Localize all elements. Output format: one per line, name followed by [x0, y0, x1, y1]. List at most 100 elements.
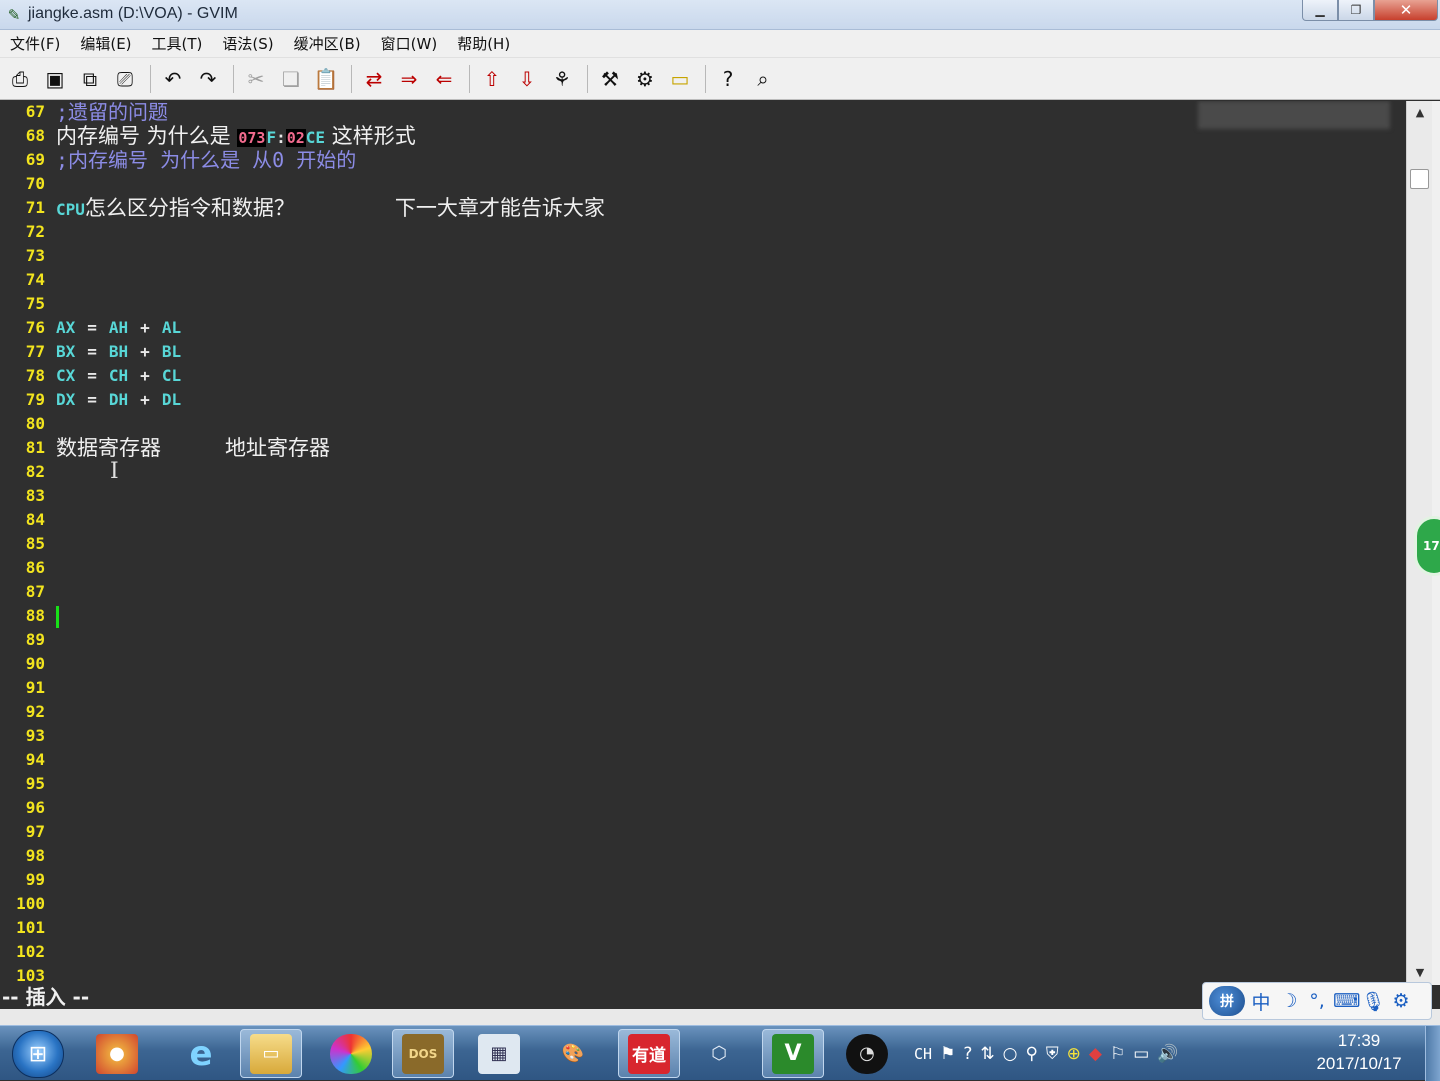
- taskbar-app-picasa[interactable]: [320, 1029, 382, 1078]
- scroll-down-arrow-icon[interactable]: ▼: [1407, 963, 1433, 983]
- find-replace-icon[interactable]: ⇄: [358, 63, 390, 95]
- network-arrows-icon[interactable]: ⇅: [980, 1044, 994, 1064]
- maximize-button[interactable]: ❐: [1338, 0, 1374, 21]
- taskbar-app-youdao[interactable]: 有道: [618, 1029, 680, 1078]
- find-prev-icon[interactable]: ⇐: [428, 63, 460, 95]
- moon-icon[interactable]: ☽: [1277, 990, 1301, 1012]
- editor-line[interactable]: 71 CPU怎么区分指令和数据？ 下一大章才能告诉大家: [0, 196, 1406, 220]
- editor-line[interactable]: 82: [0, 460, 1406, 484]
- help-icon[interactable]: ?: [712, 63, 744, 95]
- editor-line[interactable]: 92: [0, 700, 1406, 724]
- floating-badge[interactable]: 17: [1414, 516, 1440, 576]
- editor-line[interactable]: 95: [0, 772, 1406, 796]
- find-help-icon[interactable]: ⌕: [747, 63, 779, 95]
- editor-line[interactable]: 100: [0, 892, 1406, 916]
- gvim-app-icon[interactable]: ✎: [4, 5, 24, 25]
- editor-line[interactable]: 97: [0, 820, 1406, 844]
- help-tray-icon[interactable]: ?: [963, 1044, 972, 1064]
- save-icon[interactable]: ▣: [39, 63, 71, 95]
- editor-line[interactable]: 73: [0, 244, 1406, 268]
- editor-line[interactable]: 77 BX = BH + BL: [0, 340, 1406, 364]
- microphone-icon[interactable]: 🎙: [1361, 990, 1385, 1013]
- editor-line[interactable]: 79 DX = DH + DL: [0, 388, 1406, 412]
- editor-line[interactable]: 99: [0, 868, 1406, 892]
- editor-line[interactable]: 88: [0, 604, 1406, 628]
- taskbar-app-explorer[interactable]: ●: [86, 1029, 148, 1078]
- tag-jump-icon[interactable]: ▭: [664, 63, 696, 95]
- editor-line[interactable]: 70: [0, 172, 1406, 196]
- open-icon[interactable]: ⎙: [4, 63, 36, 95]
- taskbar-app-ie[interactable]: e: [170, 1029, 232, 1078]
- punctuation-icon[interactable]: °,: [1305, 990, 1329, 1012]
- load-session-icon[interactable]: ⇧: [476, 63, 508, 95]
- close-button[interactable]: ✕: [1374, 0, 1438, 21]
- editor-line[interactable]: 96: [0, 796, 1406, 820]
- editor-line[interactable]: 102: [0, 940, 1406, 964]
- editor-line[interactable]: 75: [0, 292, 1406, 316]
- editor-line[interactable]: 103: [0, 964, 1406, 985]
- satellite-icon[interactable]: ⚲: [1025, 1044, 1037, 1064]
- editor-line[interactable]: 93: [0, 724, 1406, 748]
- taskbar-app-dosbox[interactable]: DOS: [392, 1029, 454, 1078]
- editor-line[interactable]: 67 ;遗留的问题: [0, 101, 1406, 124]
- plus-circle-icon[interactable]: ⊕: [1067, 1044, 1081, 1064]
- editor-line[interactable]: 101: [0, 916, 1406, 940]
- menu-buffers[interactable]: 缓冲区(B): [288, 33, 367, 54]
- editor-line[interactable]: 89: [0, 628, 1406, 652]
- taskbar-app-paint[interactable]: 🎨: [542, 1029, 604, 1078]
- paste-icon[interactable]: 📋: [310, 63, 342, 95]
- keyboard-icon[interactable]: ⌨: [1333, 990, 1360, 1012]
- editor-line[interactable]: 72: [0, 220, 1406, 244]
- taskbar-app-obs[interactable]: ◔: [836, 1029, 898, 1078]
- editor-line[interactable]: 86: [0, 556, 1406, 580]
- taskbar-app-folder[interactable]: ▭: [240, 1029, 302, 1078]
- ring-icon[interactable]: ○: [1003, 1044, 1018, 1064]
- display-icon[interactable]: ▭: [1133, 1044, 1149, 1064]
- start-button[interactable]: ⊞: [12, 1030, 64, 1078]
- scroll-up-arrow-icon[interactable]: ▲: [1407, 103, 1433, 123]
- language-indicator[interactable]: CH: [914, 1045, 932, 1063]
- editor-line[interactable]: 98: [0, 844, 1406, 868]
- editor-line[interactable]: 84: [0, 508, 1406, 532]
- scroll-thumb[interactable]: [1410, 169, 1429, 189]
- menu-file[interactable]: 文件(F): [4, 33, 66, 54]
- save-session-icon[interactable]: ⇩: [511, 63, 543, 95]
- run-script-icon[interactable]: ⚘: [546, 63, 578, 95]
- menu-edit[interactable]: 编辑(E): [74, 33, 137, 54]
- editor-line[interactable]: 78 CX = CH + CL: [0, 364, 1406, 388]
- make-icon[interactable]: ⚒: [594, 63, 626, 95]
- editor-line[interactable]: 91: [0, 676, 1406, 700]
- menu-syntax[interactable]: 语法(S): [216, 33, 279, 54]
- run-ctags-icon[interactable]: ⚙: [629, 63, 661, 95]
- taskbar-app-virtualbox[interactable]: ⬡: [688, 1029, 750, 1078]
- menu-window[interactable]: 窗口(W): [375, 33, 444, 54]
- settings-gear-icon[interactable]: ⚙: [1389, 990, 1413, 1012]
- undo-icon[interactable]: ↶: [157, 63, 189, 95]
- ime-mode-toggle[interactable]: 中: [1249, 988, 1273, 1015]
- flag-icon[interactable]: ⚐: [1110, 1044, 1125, 1064]
- editor-area[interactable]: 67 ;遗留的问题 68 内存编号 为什么是 073F:02CE 这样形式 69 ;内存编…: [0, 101, 1406, 985]
- minimize-button[interactable]: ▁: [1302, 0, 1338, 21]
- editor-line[interactable]: 68 内存编号 为什么是 073F:02CE 这样形式: [0, 124, 1406, 148]
- clock[interactable]: 17:39 2017/10/17: [1304, 1030, 1414, 1076]
- find-next-icon[interactable]: ⇒: [393, 63, 425, 95]
- copy-icon[interactable]: ❏: [275, 63, 307, 95]
- editor-line[interactable]: 90: [0, 652, 1406, 676]
- volume-icon[interactable]: 🔊: [1157, 1044, 1178, 1064]
- menu-help[interactable]: 帮助(H): [451, 33, 516, 54]
- editor-line[interactable]: 80: [0, 412, 1406, 436]
- editor-line[interactable]: 85: [0, 532, 1406, 556]
- taskbar-app-gvim[interactable]: V: [762, 1029, 824, 1078]
- editor-line[interactable]: 69 ;内存编号 为什么是 从0 开始的: [0, 148, 1406, 172]
- editor-line[interactable]: 94: [0, 748, 1406, 772]
- shield-icon[interactable]: ⛨: [1046, 1044, 1059, 1064]
- taskbar-app-calculator[interactable]: ▦: [468, 1029, 530, 1078]
- editor-line[interactable]: 76 AX = AH + AL: [0, 316, 1406, 340]
- menu-tools[interactable]: 工具(T): [146, 33, 209, 54]
- save-all-icon[interactable]: ⧉: [74, 63, 106, 95]
- editor-line[interactable]: 81 数据寄存器 地址寄存器: [0, 436, 1406, 460]
- show-desktop-button[interactable]: [1425, 1026, 1440, 1081]
- editor-line[interactable]: 87: [0, 580, 1406, 604]
- redo-icon[interactable]: ↷: [192, 63, 224, 95]
- editor-line[interactable]: 83: [0, 484, 1406, 508]
